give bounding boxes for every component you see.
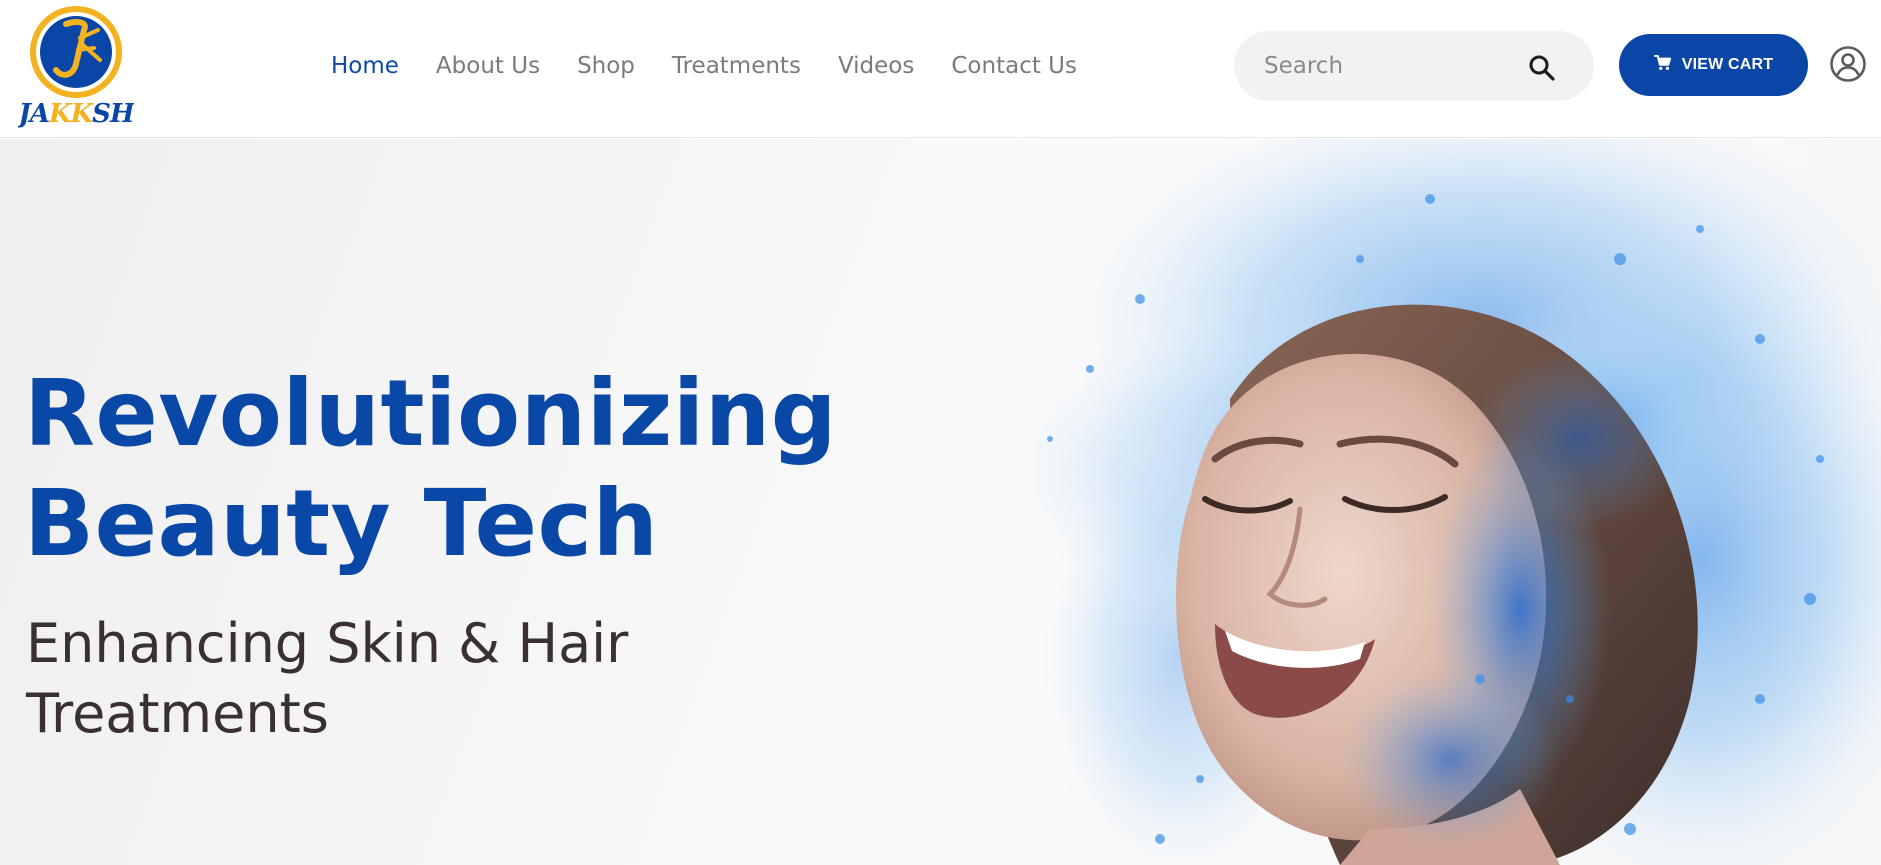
site-header: JAKKSH Home About Us Shop Treatments Vid… bbox=[0, 0, 1881, 138]
view-cart-label: VIEW CART bbox=[1681, 56, 1774, 73]
hero-headline-line-2: Beauty Tech bbox=[24, 470, 659, 577]
hero-headline-line-1: Revolutionizing bbox=[24, 360, 838, 467]
hero-subheading: Enhancing Skin & Hair Treatments bbox=[26, 609, 826, 749]
nav-shop[interactable]: Shop bbox=[577, 53, 635, 79]
user-icon[interactable] bbox=[1829, 45, 1867, 83]
brand-logo[interactable]: JAKKSH bbox=[18, 0, 134, 132]
view-cart-button[interactable]: VIEW CART bbox=[1619, 34, 1808, 96]
hero-headline: Revolutionizing Beauty Tech bbox=[24, 359, 924, 579]
nav-contact-us[interactable]: Contact Us bbox=[951, 53, 1077, 79]
hero-subheading-line-1: Enhancing Skin & Hair bbox=[26, 612, 629, 675]
jakksh-logo-icon: JAKKSH bbox=[18, 6, 134, 129]
search-box bbox=[1234, 31, 1594, 101]
search-icon[interactable] bbox=[1528, 54, 1556, 82]
nav-home[interactable]: Home bbox=[331, 53, 399, 79]
nav-treatments[interactable]: Treatments bbox=[672, 53, 801, 79]
nav-videos[interactable]: Videos bbox=[838, 53, 914, 79]
hero-banner: Revolutionizing Beauty Tech Enhancing Sk… bbox=[0, 139, 1881, 865]
cart-icon bbox=[1653, 54, 1672, 76]
main-nav: Home About Us Shop Treatments Videos Con… bbox=[331, 46, 1114, 86]
hero-subheading-line-2: Treatments bbox=[26, 682, 329, 745]
search-input[interactable] bbox=[1234, 31, 1514, 101]
nav-about-us[interactable]: About Us bbox=[436, 53, 540, 79]
svg-text:JAKKSH: JAKKSH bbox=[18, 99, 134, 129]
